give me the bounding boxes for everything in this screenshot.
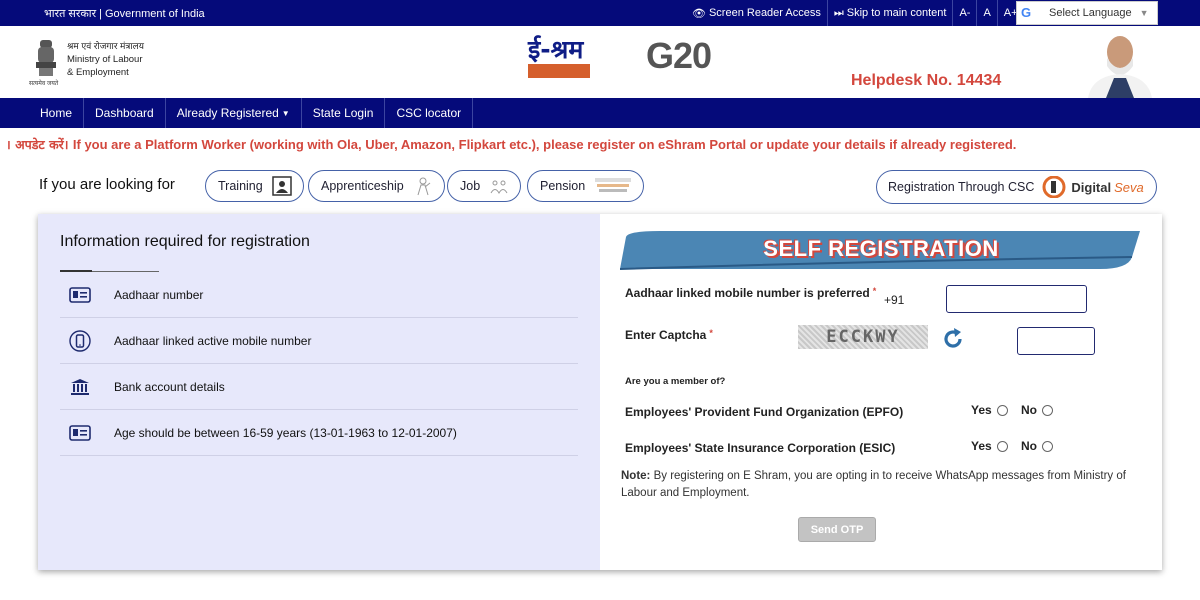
id-card-icon: [69, 286, 91, 303]
nav-state-login[interactable]: State Login: [302, 98, 386, 128]
whatsapp-note: Note: By registering on E Shram, you are…: [621, 470, 1126, 499]
requirement-item: Aadhaar linked active mobile number: [60, 318, 578, 364]
announcement-marquee[interactable]: । अपडेट करें। If you are a Platform Work…: [0, 136, 1200, 154]
skip-forward-icon: ⏭: [833, 6, 844, 19]
captcha-image: ECCKWY: [798, 325, 928, 349]
send-otp-button[interactable]: Send OTP: [798, 517, 876, 542]
required-marker: *: [872, 286, 877, 296]
dropdown-arrow-icon: ▼: [1139, 8, 1149, 18]
mobile-number-input[interactable]: [946, 285, 1087, 313]
esic-yes-radio[interactable]: [996, 440, 1008, 452]
google-icon: G: [1021, 5, 1032, 20]
gov-hindi: भारत सरकार: [44, 8, 97, 20]
registration-card: Information required for registration Aa…: [38, 214, 1162, 570]
captcha-input[interactable]: [1017, 327, 1095, 355]
leader-portrait-image: [1080, 28, 1158, 98]
epfo-no-radio[interactable]: [1042, 404, 1053, 416]
mobile-phone-icon: [69, 329, 91, 352]
apprenticeship-button[interactable]: Apprenticeship: [308, 170, 445, 202]
job-button[interactable]: Job: [447, 170, 522, 202]
eye-icon: 👁: [692, 7, 706, 20]
caret-down-icon: ▼: [281, 108, 290, 118]
mobile-label: Aadhaar linked mobile number is preferre…: [625, 286, 877, 300]
id-card-icon: [69, 424, 91, 441]
info-panel: Information required for registration Aa…: [38, 214, 600, 570]
government-label: भारत सरकार | Government of India: [44, 8, 205, 20]
epfo-label: Employees' Provident Fund Organization (…: [625, 405, 904, 419]
requirement-item: Age should be between 16-59 years (13-01…: [60, 410, 578, 456]
training-icon: [271, 176, 292, 196]
esic-no-radio[interactable]: [1042, 440, 1053, 452]
country-code: +91: [884, 293, 905, 307]
digital-seva-logo: Digital Seva: [1042, 176, 1144, 198]
esic-label: Employees' State Insurance Corporation (…: [625, 441, 896, 455]
gov-english: Government of India: [105, 8, 205, 20]
requirement-item: Bank account details: [60, 364, 578, 410]
esic-yes-option[interactable]: Yes: [971, 439, 1008, 453]
main-navigation: Home Dashboard Already Registered ▼ State…: [0, 98, 1200, 128]
captcha-label: Enter Captcha *: [625, 328, 713, 342]
csc-registration-button[interactable]: Registration Through CSC Digital Seva: [876, 170, 1157, 204]
self-registration-title: SELF REGISTRATION: [763, 236, 999, 261]
helpdesk-number: Helpdesk No. 14434: [851, 72, 1002, 89]
bank-icon: [71, 378, 89, 395]
member-question: Are you a member of?: [625, 376, 726, 387]
required-marker: *: [709, 328, 713, 338]
nav-dashboard[interactable]: Dashboard: [84, 98, 166, 128]
self-registration-form: SELF REGISTRATION Aadhaar linked mobile …: [600, 214, 1162, 570]
eshram-logo[interactable]: ई-श्रम: [528, 36, 598, 88]
requirement-item: Aadhaar number: [60, 272, 578, 318]
ministry-name[interactable]: श्रम एवं रोजगार मंत्रालय Ministry of Lab…: [67, 40, 144, 79]
top-utility-bar: भारत सरकार | Government of India 👁 Screen …: [0, 0, 1200, 26]
digital-seva-icon: [1042, 176, 1066, 198]
font-decrease-button[interactable]: A-: [952, 0, 976, 26]
epfo-no-option[interactable]: No: [1021, 403, 1053, 417]
nav-csc-locator[interactable]: CSC locator: [385, 98, 474, 128]
looking-for-label: If you are looking for: [39, 176, 175, 193]
font-normal-button[interactable]: A: [976, 0, 996, 26]
accessibility-controls: 👁 Screen Reader Access ⏭ Skip to main co…: [686, 0, 1024, 26]
screen-reader-link[interactable]: 👁 Screen Reader Access: [686, 0, 827, 26]
apprentice-icon: [417, 177, 431, 196]
nav-already-registered[interactable]: Already Registered ▼: [166, 98, 302, 128]
job-icon: [490, 180, 508, 195]
site-header: सत्यमेव जयते श्रम एवं रोजगार मंत्रालय Mi…: [0, 26, 1200, 98]
nav-home[interactable]: Home: [0, 98, 85, 128]
epfo-yes-radio[interactable]: [996, 404, 1008, 416]
pension-button[interactable]: Pension: [527, 170, 645, 202]
info-title: Information required for registration: [60, 233, 310, 250]
refresh-captcha-icon[interactable]: [941, 327, 965, 351]
emblem-caption: सत्यमेव जयते: [29, 81, 59, 87]
esic-no-option[interactable]: No: [1021, 439, 1053, 453]
language-select[interactable]: G Select Language ▼: [1016, 1, 1158, 25]
epfo-yes-option[interactable]: Yes: [971, 403, 1008, 417]
g20-logo: G20: [646, 35, 712, 76]
training-button[interactable]: Training: [205, 170, 304, 202]
skip-to-content-link[interactable]: ⏭ Skip to main content: [826, 0, 953, 26]
pension-scheme-icon: [595, 178, 632, 192]
